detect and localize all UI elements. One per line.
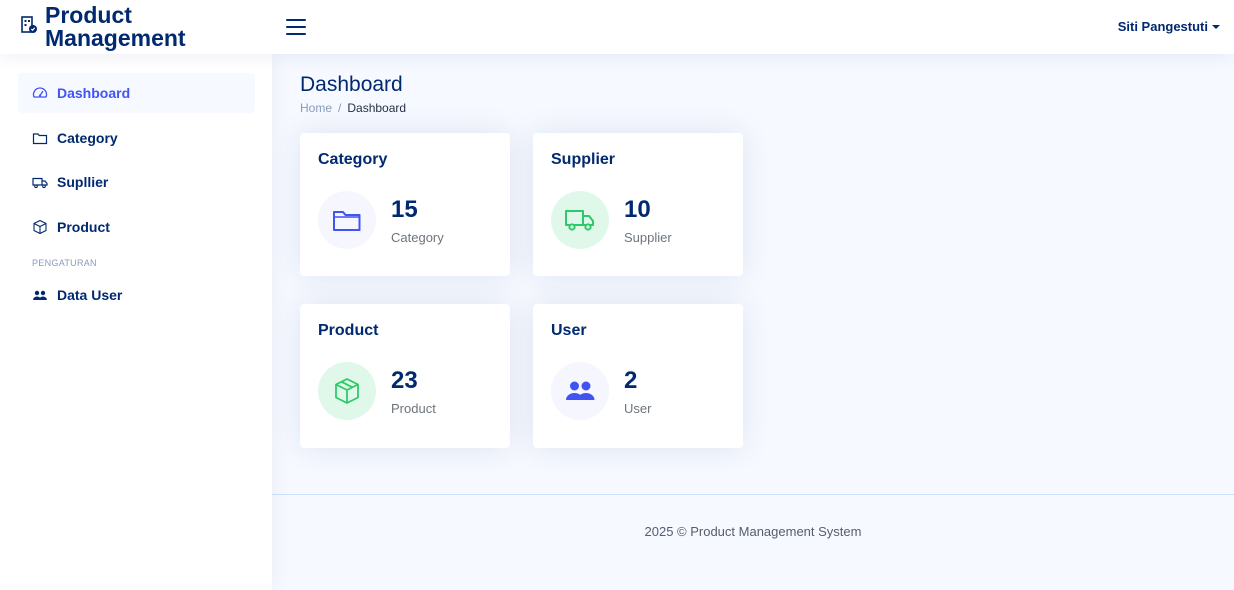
footer-copyright: 2025 © Product Management System (644, 524, 862, 539)
card-label: User (624, 401, 652, 416)
app-logo[interactable]: Product Management (20, 4, 186, 50)
card-icon-circle (318, 191, 376, 249)
card-title: Product (318, 322, 379, 339)
card-value: 23 (391, 367, 418, 394)
breadcrumb-separator: / (338, 101, 342, 115)
card-icon-circle (551, 191, 609, 249)
card-label: Supplier (624, 230, 672, 245)
box-icon (33, 219, 47, 235)
card-value: 10 (624, 196, 651, 223)
sidebar-item-label: Category (57, 130, 118, 146)
product-card[interactable]: Product 23 Product (300, 304, 510, 448)
building-icon (21, 16, 37, 33)
breadcrumb-home-link[interactable]: Home (300, 101, 332, 115)
menu-icon (286, 19, 306, 21)
card-label: Product (391, 401, 436, 416)
sidebar-item-label: Supllier (57, 174, 109, 190)
people-icon (566, 381, 595, 400)
sidebar-section-heading: PENGATURAN (32, 258, 97, 268)
sidebar-item-product[interactable]: Product (18, 207, 255, 247)
sidebar-toggle-button[interactable] (284, 16, 308, 38)
user-name: Siti Pangestuti (1117, 19, 1208, 34)
people-icon (33, 290, 47, 300)
card-title: Category (318, 151, 388, 168)
sidebar-item-label: Dashboard (57, 85, 131, 101)
sidebar-item-supplier[interactable]: Supllier (18, 162, 255, 202)
card-icon-circle (318, 362, 376, 420)
app-title-line1: Product (45, 2, 132, 28)
speedometer-icon (32, 87, 48, 98)
card-value: 15 (391, 196, 418, 223)
sidebar-item-label: Product (57, 219, 110, 235)
footer: 2025 © Product Management System (272, 494, 1234, 590)
sidebar-item-category[interactable]: Category (18, 118, 255, 158)
page-title: Dashboard (300, 73, 403, 96)
app-title: Product Management (45, 4, 186, 50)
folder-icon (32, 133, 48, 145)
breadcrumb: Home / Dashboard (300, 101, 406, 115)
sidebar-item-label: Data User (57, 287, 123, 303)
sidebar-item-dashboard[interactable]: Dashboard (18, 73, 255, 113)
user-card[interactable]: User 2 User (533, 304, 743, 448)
top-header: Product Management Siti Pangestuti (0, 0, 1234, 54)
user-dropdown[interactable]: Siti Pangestuti (1118, 19, 1220, 34)
supplier-card[interactable]: Supplier 10 Supplier (533, 133, 743, 276)
app-title-line2: Management (45, 25, 186, 51)
card-icon-circle (551, 362, 609, 420)
category-card[interactable]: Category 15 Category (300, 133, 510, 276)
truck-icon (565, 210, 594, 231)
breadcrumb-current: Dashboard (347, 101, 407, 115)
card-title: Supplier (551, 151, 616, 168)
card-value: 2 (624, 367, 638, 394)
truck-icon (32, 177, 48, 189)
folder-icon (333, 211, 361, 231)
box-icon (335, 378, 359, 404)
sidebar-item-data-user[interactable]: Data User (18, 275, 255, 315)
card-label: Category (391, 230, 444, 245)
card-title: User (551, 322, 587, 339)
caret-down-icon (1212, 24, 1220, 29)
sidebar: Dashboard Category Supllier Product PENG… (0, 54, 272, 590)
